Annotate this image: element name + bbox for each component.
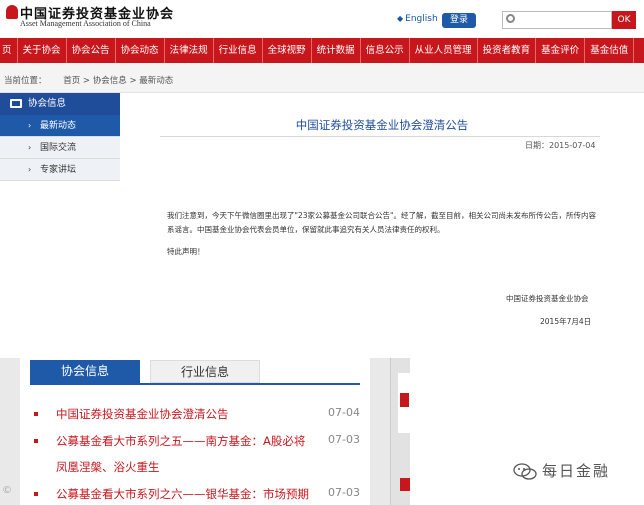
chevron-right-icon: › <box>28 121 32 130</box>
english-link-label: English <box>405 14 438 24</box>
nav-item-global[interactable]: 全球视野 <box>263 38 312 63</box>
bullet-icon <box>34 439 38 443</box>
article-title: 中国证券投资基金业协会澄清公告 <box>295 118 469 132</box>
globe-icon: ◆ <box>397 14 404 23</box>
association-logo-icon[interactable] <box>6 5 18 19</box>
news-title[interactable]: 中国证券投资基金业协会澄清公告 <box>56 406 229 422</box>
banner-mark-icon <box>400 393 409 407</box>
sidebar-item-label: 国际交流 <box>40 143 77 153</box>
sidebar-item-international[interactable]: › 国际交流 <box>0 137 120 159</box>
site-header: 中国证券投资基金业协会 Asset Management Association… <box>0 0 644 38</box>
news-date: 07-03 <box>328 486 360 499</box>
news-title[interactable]: 公募基金看大市系列之五——南方基金：A股必将 <box>56 433 305 449</box>
english-link[interactable]: ◆ English <box>397 14 438 24</box>
list-item[interactable]: 公募基金看大市系列之五——南方基金：A股必将 07-03 <box>20 433 370 453</box>
news-date: 07-04 <box>328 406 360 419</box>
sidebar-item-expert-forum[interactable]: › 专家讲坛 <box>0 159 120 181</box>
news-date: 07-03 <box>328 433 360 446</box>
login-button[interactable]: 登录 <box>442 13 476 28</box>
logo-english-name[interactable]: Asset Management Association of China <box>20 19 151 28</box>
bullet-icon <box>34 412 38 416</box>
nav-item-disclosure[interactable]: 信息公示 <box>361 38 410 63</box>
title-divider <box>160 136 600 137</box>
page-root: 中国证券投资基金业协会 Asset Management Association… <box>0 0 644 505</box>
article-signature-date: 2015年7月4日 <box>540 317 592 326</box>
breadcrumb-path[interactable]: 首页 > 协会信息 > 最新动态 <box>63 76 173 86</box>
chevron-right-icon: › <box>28 165 32 174</box>
main-nav: 页 关于协会 协会公告 协会动态 法律法规 行业信息 全球视野 统计数据 信息公… <box>0 38 644 63</box>
nav-item-statistics[interactable]: 统计数据 <box>312 38 361 63</box>
search-input[interactable] <box>502 11 612 29</box>
news-title[interactable]: 公募基金看大市系列之六——银华基金：市场预期 <box>56 486 309 502</box>
article: 中国证券投资基金业协会澄清公告 日期：2015-07-04 我们注意到，今天下午… <box>120 93 644 358</box>
sidebar-item-label: 最新动态 <box>40 121 77 131</box>
nav-item-industry[interactable]: 行业信息 <box>214 38 263 63</box>
breadcrumb: 当前位置： 首页 > 协会信息 > 最新动态 <box>0 63 644 93</box>
side-tag[interactable] <box>400 478 410 491</box>
nav-item-personnel[interactable]: 从业人员管理 <box>410 38 478 63</box>
nav-item-announcements[interactable]: 协会公告 <box>67 38 116 63</box>
nav-item-home[interactable]: 页 <box>0 38 18 63</box>
sidebar-title: 协会信息 <box>28 98 67 109</box>
sidebar-header: 协会信息 <box>0 93 120 115</box>
search-icon <box>506 14 515 23</box>
nav-item-investor-education[interactable]: 投资者教育 <box>478 38 537 63</box>
sidebar: 协会信息 › 最新动态 › 国际交流 › 专家讲坛 <box>0 93 120 363</box>
book-icon <box>10 99 22 108</box>
tab-association-info[interactable]: 协会信息 <box>30 360 140 383</box>
article-paragraph: 我们注意到，今天下午微信圈里出现了"23家公募基金公司联合公告"。经了解，截至目… <box>167 211 596 234</box>
nav-item-fund-valuation[interactable]: 基金估值 <box>585 38 635 63</box>
nav-item-fund-rating[interactable]: 基金评价 <box>536 38 586 63</box>
article-paragraph: 特此声明！ <box>167 247 205 256</box>
watermark-left-mark-icon: © <box>2 485 12 496</box>
side-banner[interactable] <box>398 373 410 433</box>
article-body: 我们注意到，今天下午微信圈里出现了"23家公募基金公司联合公告"。经了解，截至目… <box>167 209 597 267</box>
article-signature: 中国证券投资基金业协会 <box>506 294 589 303</box>
list-item[interactable]: 中国证券投资基金业协会澄清公告 07-04 <box>20 406 370 426</box>
wechat-watermark: 每日金融 <box>513 460 638 490</box>
wechat-account-name: 每日金融 <box>542 462 611 480</box>
chevron-right-icon: › <box>28 143 32 152</box>
nav-item-news[interactable]: 协会动态 <box>116 38 165 63</box>
sidebar-item-latest-news[interactable]: › 最新动态 <box>0 115 120 137</box>
breadcrumb-prefix: 当前位置： <box>4 76 47 86</box>
article-date: 日期：2015-07-04 <box>525 141 596 150</box>
tab-underline <box>30 383 360 385</box>
tab-industry-info[interactable]: 行业信息 <box>150 360 260 383</box>
nav-item-about[interactable]: 关于协会 <box>18 38 67 63</box>
watermark-left: © <box>0 475 90 505</box>
search-button[interactable]: OK <box>612 11 636 29</box>
nav-item-laws[interactable]: 法律法规 <box>165 38 214 63</box>
news-title[interactable]: 凤凰涅槃、浴火重生 <box>56 459 160 475</box>
wechat-icon <box>513 463 537 480</box>
sidebar-item-label: 专家讲坛 <box>40 165 77 175</box>
